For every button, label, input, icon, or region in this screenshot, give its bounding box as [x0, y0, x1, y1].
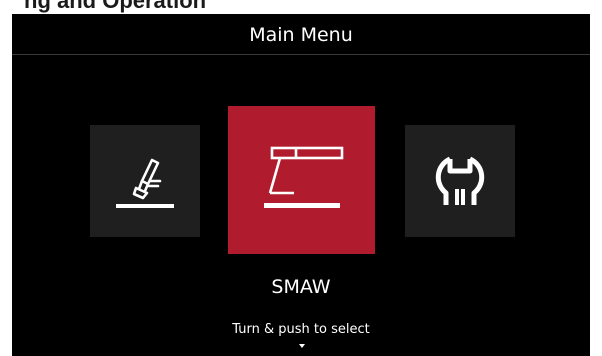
torch-icon: [116, 158, 174, 208]
document-heading: ng and Operation: [24, 0, 207, 13]
screen-title: Main Menu: [12, 14, 590, 55]
instruction-hint: Turn & push to select: [232, 322, 370, 337]
wrench-icon: [435, 156, 485, 205]
down-arrow-icon: [299, 344, 305, 348]
menu-item-setup[interactable]: [405, 125, 515, 237]
stick-electrode-icon: [263, 146, 343, 208]
document-heading-strip: ng and Operation: [0, 0, 602, 14]
selected-mode-label: SMAW: [271, 276, 331, 298]
device-screen: Main Menu SMAW Turn & push to select: [12, 14, 590, 356]
menu-item-smaw[interactable]: [228, 106, 375, 254]
menu-item-process[interactable]: [90, 125, 200, 237]
